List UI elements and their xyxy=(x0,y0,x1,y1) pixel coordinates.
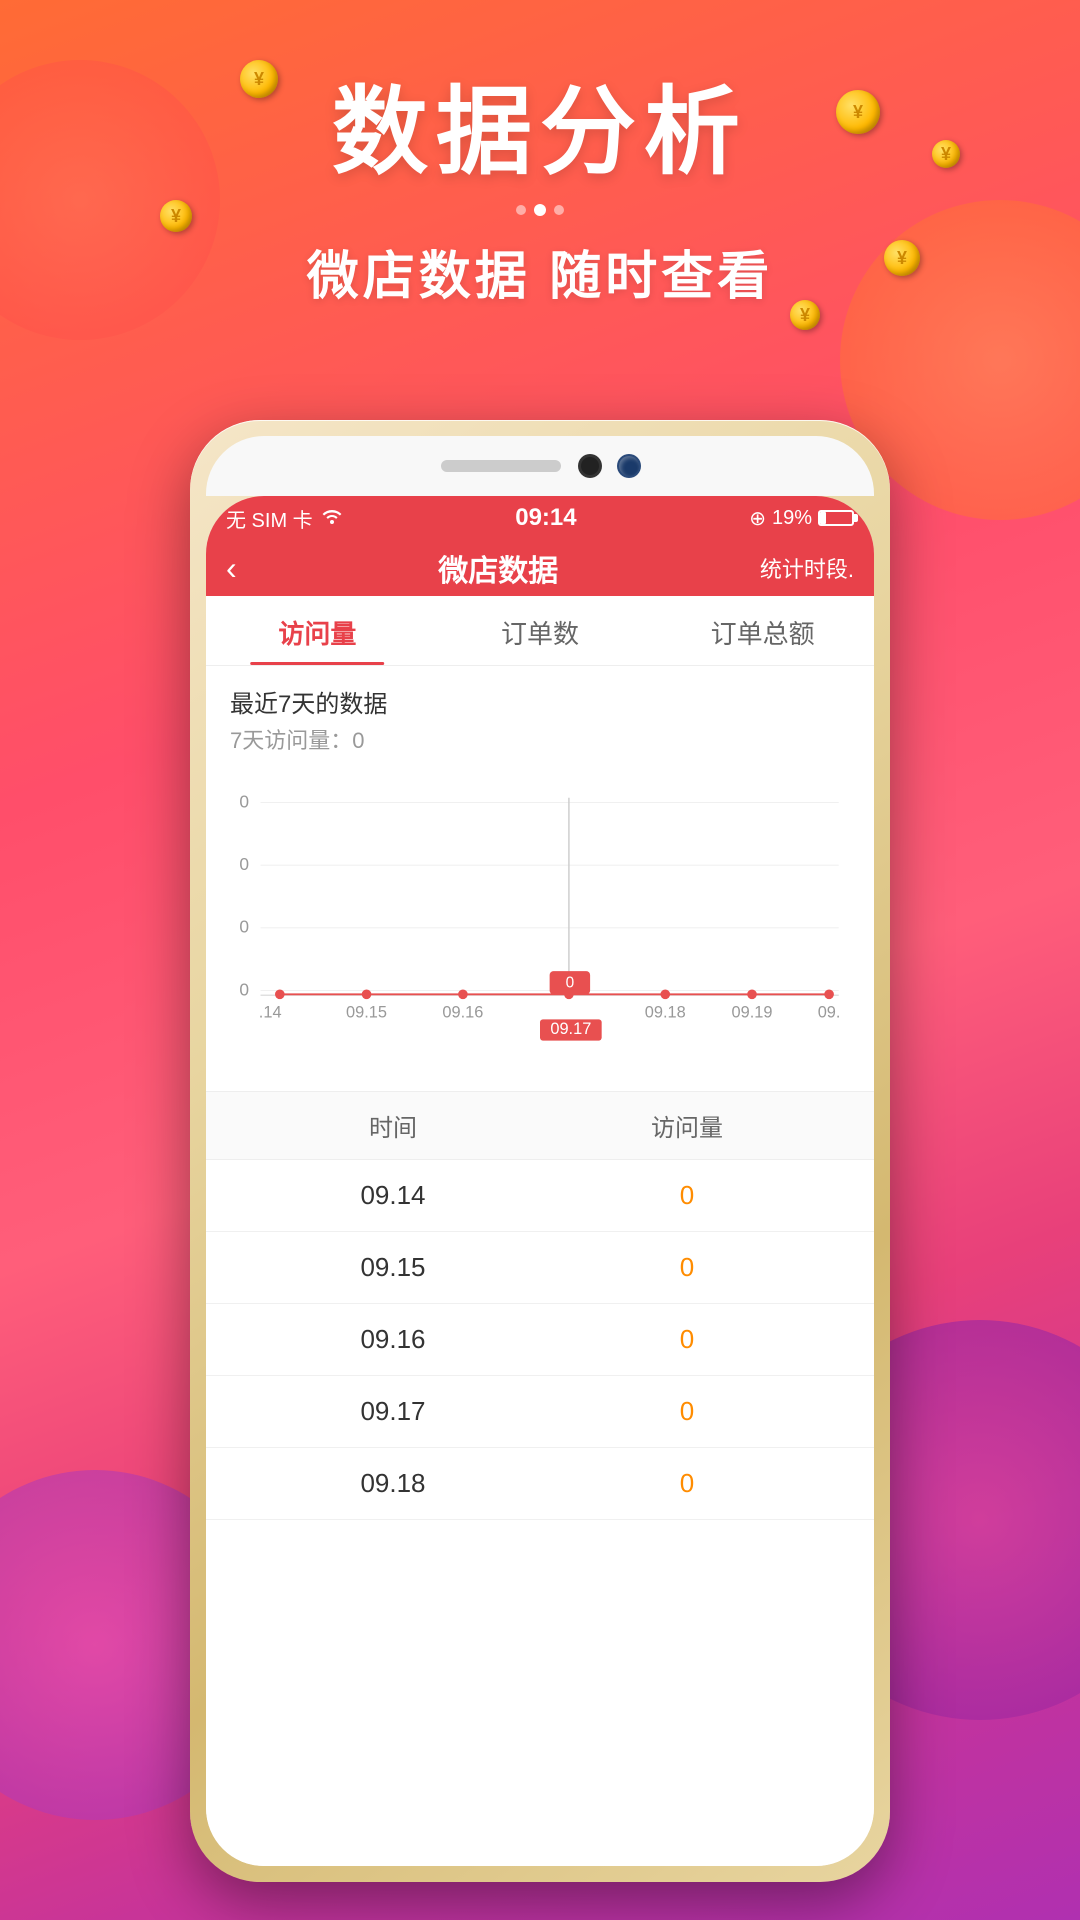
table-header-row: 时间 访问量 xyxy=(206,1091,874,1160)
cell-date-2: 09.15 xyxy=(246,1252,540,1283)
tab-order-total[interactable]: 订单总额 xyxy=(651,596,874,665)
chart-area: 0 0 0 0 xyxy=(206,763,874,1083)
cell-date-4: 09.17 xyxy=(246,1396,540,1427)
phone-mockup: 无 SIM 卡 09:14 ⊕ 19% xyxy=(190,420,890,1882)
nav-action[interactable]: 统计时段. xyxy=(760,552,854,584)
cell-date-3: 09.16 xyxy=(246,1324,540,1355)
tab-bar: 访问量 订单数 订单总额 xyxy=(206,596,874,666)
phone-outer-frame: 无 SIM 卡 09:14 ⊕ 19% xyxy=(190,420,890,1882)
svg-text:0: 0 xyxy=(239,917,249,937)
svg-text:09.15: 09.15 xyxy=(346,1003,387,1021)
status-bar: 无 SIM 卡 09:14 ⊕ 19% xyxy=(206,496,874,540)
cell-date-1: 09.14 xyxy=(246,1180,540,1211)
front-camera xyxy=(581,457,599,475)
chart-title: 最近7天的数据 xyxy=(230,684,850,719)
table-row: 09.15 0 xyxy=(206,1232,874,1304)
svg-text:09.: 09. xyxy=(818,1003,841,1021)
table-row: 09.16 0 xyxy=(206,1304,874,1376)
gps-icon: ⊕ xyxy=(749,506,766,531)
hero-dot-2 xyxy=(534,204,546,216)
cell-value-1: 0 xyxy=(540,1180,834,1211)
content-area: 最近7天的数据 7天访问量：0 0 0 0 0 xyxy=(206,666,874,1866)
back-button[interactable]: ‹ xyxy=(226,550,237,587)
col-header-visits: 访问量 xyxy=(540,1108,834,1143)
svg-text:09.17: 09.17 xyxy=(550,1020,591,1038)
svg-text:09.19: 09.19 xyxy=(732,1003,773,1021)
status-right: ⊕ 19% xyxy=(749,506,854,531)
battery-icon xyxy=(818,510,854,526)
status-time: 09:14 xyxy=(515,504,576,532)
line-chart: 0 0 0 0 xyxy=(222,763,858,1083)
phone-top-bar xyxy=(206,436,874,496)
cell-value-5: 0 xyxy=(540,1468,834,1499)
chart-subtitle: 7天访问量：0 xyxy=(230,723,850,755)
cell-value-2: 0 xyxy=(540,1252,834,1283)
hero-section: 数据分析 微店数据 随时查看 xyxy=(0,80,1080,309)
nav-bar: ‹ 微店数据 统计时段. xyxy=(206,540,874,596)
cell-date-5: 09.18 xyxy=(246,1468,540,1499)
status-left: 无 SIM 卡 xyxy=(226,504,343,533)
svg-text:0: 0 xyxy=(239,854,249,874)
hero-dot-1 xyxy=(516,205,526,215)
speaker-grille xyxy=(441,460,561,472)
wifi-icon xyxy=(321,507,343,530)
svg-text:0: 0 xyxy=(239,979,249,999)
svg-text:0: 0 xyxy=(566,975,575,992)
hero-title: 数据分析 xyxy=(0,80,1080,186)
tab-orders[interactable]: 订单数 xyxy=(429,596,652,665)
hero-subtitle: 微店数据 随时查看 xyxy=(0,234,1080,309)
tab-visits[interactable]: 访问量 xyxy=(206,596,429,665)
battery-pct: 19% xyxy=(772,507,812,530)
no-sim-label: 无 SIM 卡 xyxy=(226,504,313,533)
svg-text:.14: .14 xyxy=(259,1003,282,1021)
phone-screen: 无 SIM 卡 09:14 ⊕ 19% xyxy=(206,496,874,1866)
cell-value-3: 0 xyxy=(540,1324,834,1355)
data-table: 时间 访问量 09.14 0 09.15 0 09.16 0 xyxy=(206,1091,874,1520)
battery-fill xyxy=(820,512,826,524)
table-row: 09.14 0 xyxy=(206,1160,874,1232)
svg-text:09.18: 09.18 xyxy=(645,1003,686,1021)
table-row: 09.17 0 xyxy=(206,1376,874,1448)
col-header-date: 时间 xyxy=(246,1108,540,1143)
svg-text:09.16: 09.16 xyxy=(442,1003,483,1021)
page-title: 微店数据 xyxy=(438,546,558,590)
hero-dot-3 xyxy=(554,205,564,215)
svg-text:0: 0 xyxy=(239,791,249,811)
table-row: 09.18 0 xyxy=(206,1448,874,1520)
chart-header: 最近7天的数据 7天访问量：0 xyxy=(206,666,874,763)
cell-value-4: 0 xyxy=(540,1396,834,1427)
hero-dots xyxy=(0,204,1080,216)
front-camera-2 xyxy=(619,456,639,476)
